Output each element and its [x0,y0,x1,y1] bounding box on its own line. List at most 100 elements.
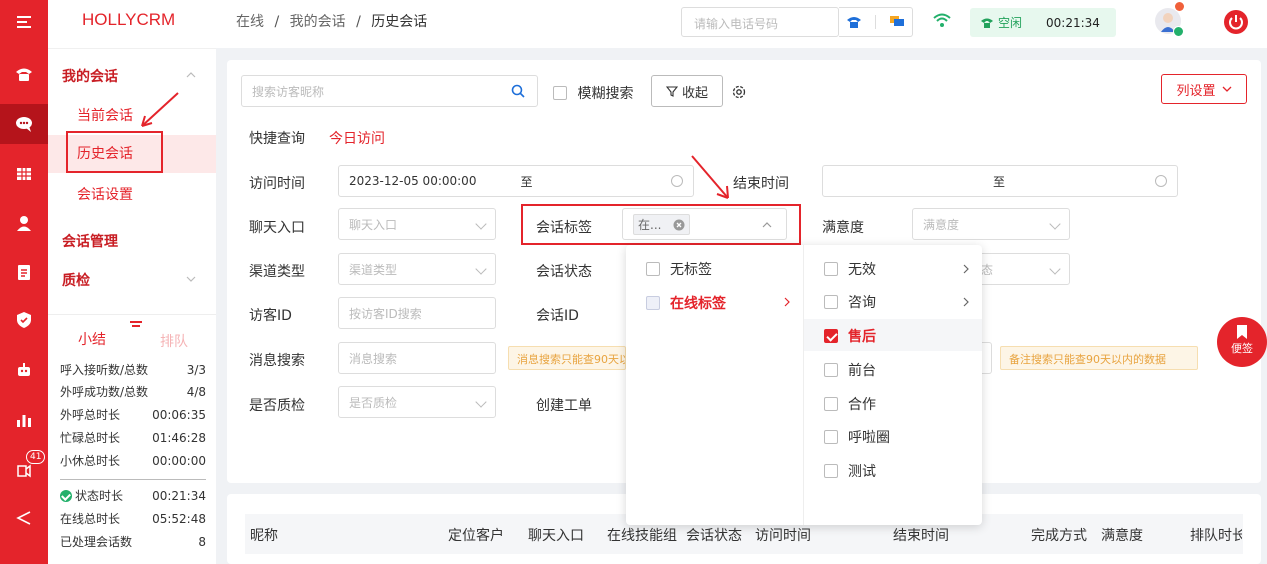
quality-check-label: 是否质检 [249,398,305,414]
col-chat-entry[interactable]: 聊天入口 [528,525,584,545]
online-dot-icon [1173,26,1184,37]
agent-stats-panel: 小结 排队 呼入接听数/总数 3/3 外呼成功数/总数 4/8 外呼总时长 00:06… [48,314,216,564]
checkbox[interactable] [646,296,660,310]
visitor-search-input[interactable]: 搜索访客昵称 [241,75,538,107]
satisfaction-select[interactable]: 满意度 [912,208,1070,240]
user-icon[interactable] [0,206,48,242]
agent-status[interactable]: 空闲 00:21:34 [970,8,1116,37]
checkbox[interactable] [824,262,838,276]
tab-queue[interactable]: 排队 [160,331,188,351]
bar-chart-icon[interactable] [0,402,48,438]
tag-option-frontdesk[interactable]: 前台 [824,360,876,380]
sticky-note-button[interactable]: 便签 [1217,317,1267,367]
channel-type-select[interactable]: 渠道类型 [338,253,496,285]
chat-entry-label: 聊天入口 [249,220,305,236]
alert-dot [1175,2,1184,11]
col-locate-customer[interactable]: 定位客户 [448,525,504,545]
tag-option-none[interactable]: 无标签 [646,259,712,279]
checkbox[interactable] [824,397,838,411]
power-icon[interactable] [1224,10,1248,34]
tag-option-consult[interactable]: 咨询 [824,292,876,312]
visit-time-range[interactable]: 2023-12-05 00:00:00 至 [338,165,694,197]
tag-option-aftersales[interactable]: 售后 [824,326,876,346]
call-actions [839,7,913,37]
avatar[interactable] [1155,2,1184,37]
clock-icon [671,175,683,187]
col-skill-group[interactable]: 在线技能组 [607,525,677,545]
phone-icon[interactable] [0,56,48,92]
sidebar-item-current-session[interactable]: 当前会话 [48,97,216,135]
chevron-right-icon [963,264,969,274]
send-icon[interactable] [0,500,48,536]
breadcrumb-history: 历史会话 [371,14,428,30]
visit-time-start[interactable]: 2023-12-05 00:00:00 [349,174,476,188]
sticky-note-label: 便签 [1231,342,1253,355]
sidebar-group-quality[interactable]: 质检 [62,270,90,290]
checkbox[interactable] [646,262,660,276]
search-icon[interactable] [511,84,525,98]
checkbox[interactable] [824,295,838,309]
visitor-id-label: 访客ID [249,308,292,324]
quick-today-link[interactable]: 今日访问 [329,128,385,148]
range-separator: 至 [520,174,533,189]
column-settings-button[interactable]: 列设置 [1161,74,1247,104]
chevron-down-icon [1049,263,1061,275]
tag-option-hula[interactable]: 呼啦圈 [824,427,890,447]
visitor-id-input[interactable]: 按访客ID搜索 [338,297,496,329]
checkbox[interactable] [824,464,838,478]
col-queue-time[interactable]: 排队时长 [1190,525,1242,545]
status-timer: 00:21:34 [1046,15,1100,30]
chat-entry-select[interactable]: 聊天入口 [338,208,496,240]
highlight-box-session-tag [521,204,801,245]
tab-summary[interactable]: 小结 [78,329,106,349]
stat-row: 已处理会话数 8 [60,535,206,549]
message-icon[interactable] [889,15,905,29]
breadcrumb-separator: / [274,14,280,30]
col-satisfaction[interactable]: 满意度 [1101,525,1143,545]
message-search-input[interactable]: 消息搜索 [338,342,496,374]
col-end-time[interactable]: 结束时间 [893,525,949,545]
gear-icon[interactable] [731,84,747,100]
breadcrumb-my-sessions[interactable]: 我的会话 [290,14,346,30]
clipboard-icon[interactable] [0,254,48,290]
checkbox[interactable] [824,430,838,444]
checkbox-checked[interactable] [824,329,838,343]
checkbox[interactable] [553,86,567,100]
clock-icon [1155,175,1167,187]
breadcrumb-online[interactable]: 在线 [236,14,264,30]
grid-icon[interactable] [0,156,48,192]
stat-row: 小休总时长 00:00:00 [60,454,206,468]
sidebar-item-session-settings[interactable]: 会话设置 [48,176,216,214]
wifi-icon [933,13,951,27]
chevron-down-icon[interactable] [186,274,196,284]
col-session-state[interactable]: 会话状态 [686,525,742,545]
col-nickname[interactable]: 昵称 [250,525,278,545]
tag-option-online[interactable]: 在线标签 [646,293,726,313]
stat-row: 外呼成功数/总数 4/8 [60,385,206,399]
stats-divider [60,479,206,480]
sidebar-group-session-mgmt[interactable]: 会话管理 [62,231,118,251]
shield-icon[interactable] [0,302,48,338]
robot-icon[interactable] [0,352,48,388]
notification-icon[interactable]: 41 [0,450,48,488]
menu-icon[interactable] [0,4,48,40]
chevron-up-icon[interactable] [186,70,196,80]
col-visit-time[interactable]: 访问时间 [755,525,811,545]
tag-option-invalid[interactable]: 无效 [824,259,876,279]
message-search-note: 消息搜索只能查90天以内的数据 [508,346,626,370]
tab-indicator [132,325,140,327]
chat-icon[interactable] [0,104,48,144]
tag-option-test[interactable]: 测试 [824,461,876,481]
tag-option-cooperation[interactable]: 合作 [824,394,876,414]
quality-check-select[interactable]: 是否质检 [338,386,496,418]
phone-input[interactable]: 请输入电话号码 [681,7,839,37]
dial-icon[interactable] [846,15,862,29]
brand-logo: HOLLYCRM [82,10,176,29]
checkbox[interactable] [824,363,838,377]
fuzzy-search-checkbox[interactable]: 模糊搜索 [553,83,633,103]
collapse-button[interactable]: 收起 [651,75,723,107]
col-completion[interactable]: 完成方式 [1031,525,1087,545]
sidebar-group-my-sessions[interactable]: 我的会话 [62,66,118,86]
end-time-range[interactable]: 至 [822,165,1178,197]
message-search-label: 消息搜索 [249,353,305,369]
